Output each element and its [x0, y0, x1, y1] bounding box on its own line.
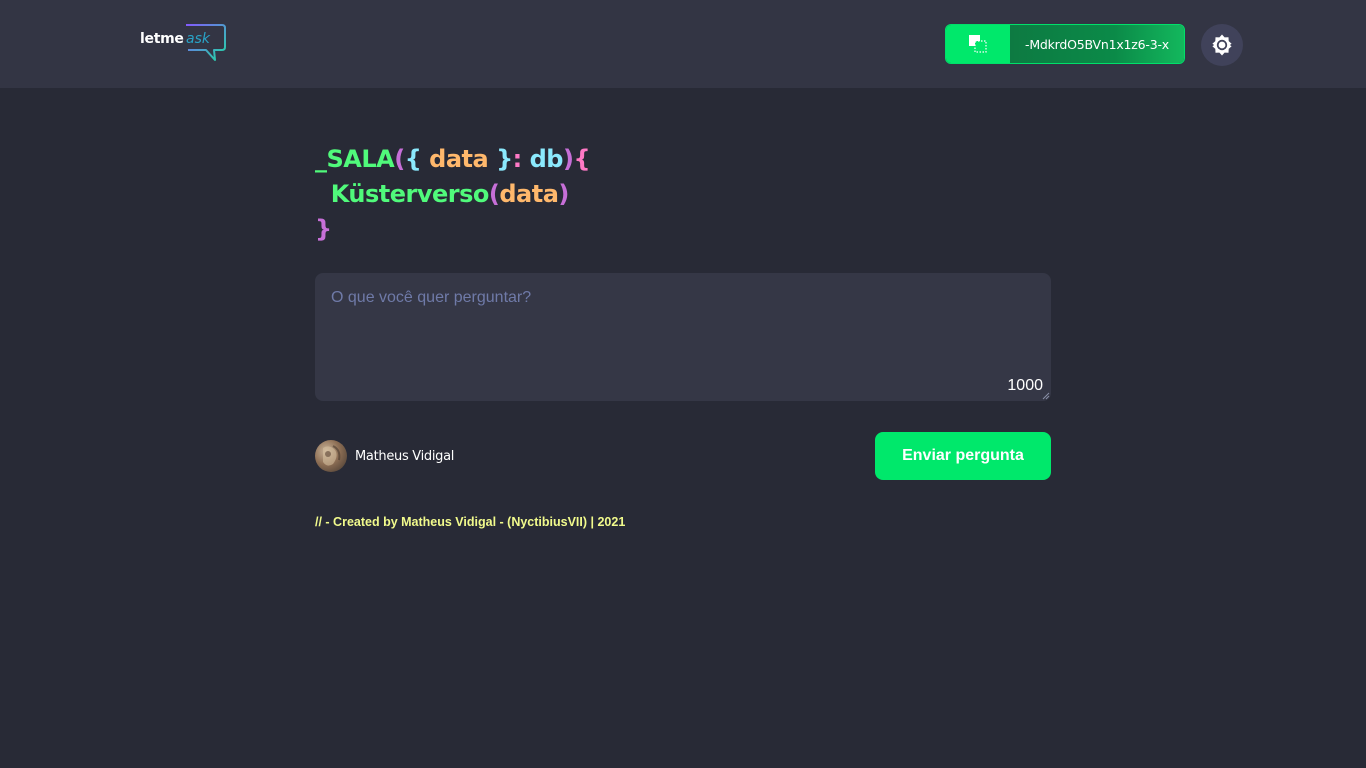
title-underscore: _ — [315, 145, 327, 173]
title-open-brace: { — [404, 145, 422, 173]
title-block-close: } — [315, 215, 332, 243]
room-title-line-2: Küsterverso(data) — [315, 177, 590, 212]
avatar-photo-icon — [323, 445, 341, 466]
copy-icon-box — [946, 25, 1010, 63]
room-title: _SALA({ data }: db){ Küsterverso(data) } — [315, 142, 591, 247]
title-call-open-paren: ( — [488, 180, 500, 208]
char-counter: 1000 — [1007, 377, 1043, 394]
question-textarea-container: 1000 — [315, 273, 1051, 401]
title-room-name: Küsterverso — [330, 180, 490, 208]
title-close-paren: ) — [562, 145, 574, 173]
user-avatar — [315, 440, 347, 472]
top-bar: letme ask -MdkrdO5BVn1x1z6-3-x — [0, 0, 1366, 88]
title-block-open: { — [573, 145, 591, 173]
room-title-line-1: _SALA({ data }: db){ — [315, 142, 591, 177]
footer-credit: // - Created by Matheus Vidigal - (Nycti… — [315, 515, 626, 529]
letmeask-logo[interactable]: letme ask — [140, 22, 230, 66]
send-question-button[interactable]: Enviar pergunta — [875, 432, 1051, 480]
resize-grip-icon[interactable] — [1042, 392, 1050, 400]
title-param: data — [429, 145, 489, 173]
title-close-brace: } — [496, 145, 513, 173]
title-open-paren: ( — [394, 145, 405, 173]
question-textarea[interactable] — [315, 273, 1051, 401]
sun-icon — [1212, 34, 1232, 56]
room-title-line-3: } — [315, 212, 590, 247]
title-keyword: SALA — [326, 145, 395, 173]
room-code-value: -MdkrdO5BVn1x1z6-3-x — [1010, 25, 1184, 63]
title-colon: : — [512, 145, 523, 173]
copy-icon — [969, 35, 987, 53]
room-code-button[interactable]: -MdkrdO5BVn1x1z6-3-x — [945, 24, 1185, 64]
theme-toggle-button[interactable] — [1201, 24, 1243, 66]
logo-text-letme: letme — [140, 31, 184, 47]
title-call-close-paren: ) — [558, 180, 569, 208]
user-name: Matheus Vidigal — [355, 448, 455, 464]
user-info: Matheus Vidigal — [315, 440, 454, 472]
logo-text-ask: ask — [186, 31, 210, 47]
title-call-arg: data — [499, 180, 559, 208]
title-type: db — [529, 145, 564, 173]
